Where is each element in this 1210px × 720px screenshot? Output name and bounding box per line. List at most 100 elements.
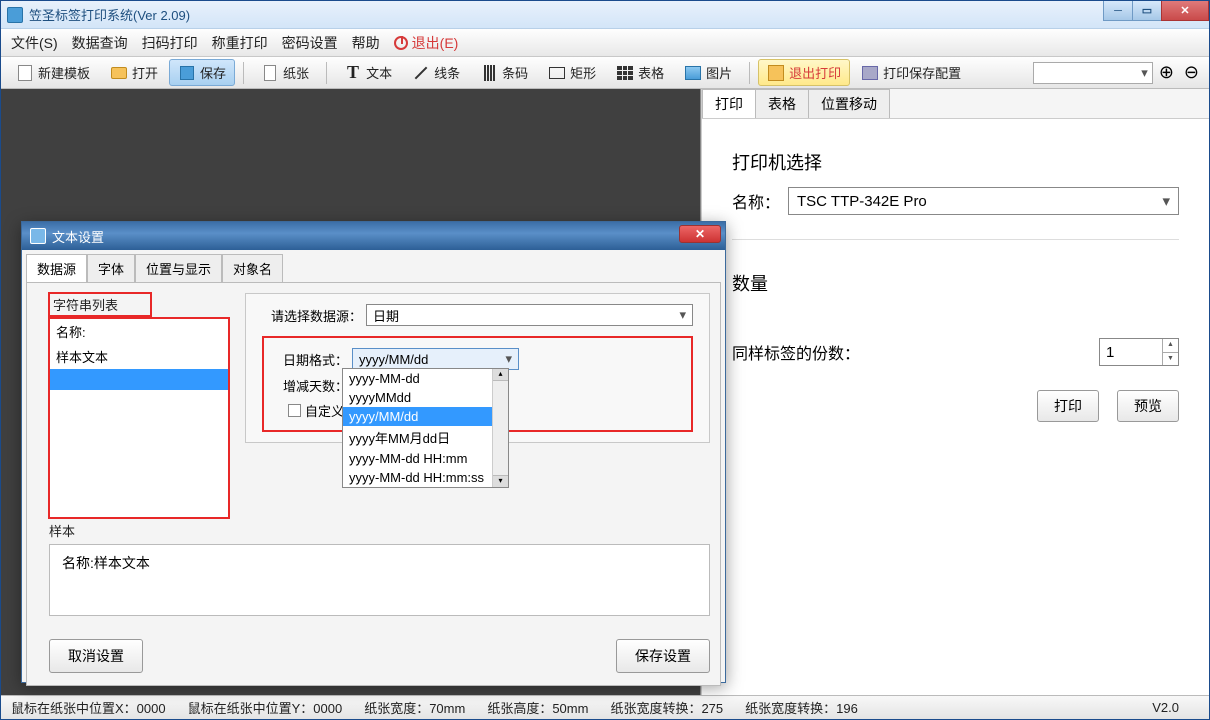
folder-icon xyxy=(111,67,127,79)
print-button[interactable]: 打印 xyxy=(1037,390,1099,422)
dialog-close-button[interactable]: ✕ xyxy=(679,225,721,243)
exit-icon xyxy=(768,65,784,81)
paper-button[interactable]: 纸张 xyxy=(252,59,318,86)
days-label: 增减天数： xyxy=(274,376,348,395)
power-icon xyxy=(394,36,408,50)
option-selected[interactable]: yyyy/MM/dd xyxy=(343,407,508,426)
menu-file[interactable]: 文件(S) xyxy=(11,33,58,53)
titlebar: 笠圣标签打印系统(Ver 2.09) ─ ▭ ✕ xyxy=(1,1,1209,29)
line-button[interactable]: 线条 xyxy=(403,59,469,86)
menu-weigh[interactable]: 称重打印 xyxy=(212,33,268,53)
dateformat-label: 日期格式： xyxy=(274,350,348,369)
zoom-in-button[interactable]: ⊕ xyxy=(1159,62,1174,83)
menubar: 文件(S) 数据查询 扫码打印 称重打印 密码设置 帮助 退出(E) xyxy=(1,29,1209,57)
paper-icon xyxy=(264,65,276,81)
maximize-button[interactable]: ▭ xyxy=(1132,1,1162,21)
app-window: 笠圣标签打印系统(Ver 2.09) ─ ▭ ✕ 文件(S) 数据查询 扫码打印… xyxy=(0,0,1210,720)
qty-section-title: 数量 xyxy=(732,270,1179,296)
right-tabs: 打印 表格 位置移动 xyxy=(702,89,1209,119)
image-icon xyxy=(685,66,701,80)
toolbar-dropdown[interactable] xyxy=(1033,62,1153,84)
save-button[interactable]: 保存 xyxy=(169,59,235,86)
tab-font[interactable]: 字体 xyxy=(87,254,135,282)
main-area: 文本设置 ✕ 数据源 字体 位置与显示 对象名 字符串列表 名称: 样本文本 xyxy=(1,89,1209,695)
datasource-select[interactable]: 日期 xyxy=(366,304,693,326)
dialog-title: 文本设置 xyxy=(52,227,104,246)
rect-button[interactable]: 矩形 xyxy=(539,59,605,86)
document-icon xyxy=(18,65,32,81)
tab-datasource[interactable]: 数据源 xyxy=(26,254,87,282)
menu-query[interactable]: 数据查询 xyxy=(72,33,128,53)
dateformat-select[interactable]: yyyy/MM/dd xyxy=(352,348,519,370)
exit-print-button[interactable]: 退出打印 xyxy=(758,59,850,86)
sample-preview: 名称:样本文本 xyxy=(49,544,710,616)
window-title: 笠圣标签打印系统(Ver 2.09) xyxy=(29,5,190,24)
text-button[interactable]: T文本 xyxy=(335,59,401,86)
print-panel-body: 打印机选择 名称： TSC TTP-342E Pro 数量 同样标签的份数： 1… xyxy=(702,119,1209,452)
save-icon xyxy=(180,66,194,80)
dialog-icon xyxy=(30,228,46,244)
rectangle-icon xyxy=(549,67,565,79)
dateformat-dropdown-list[interactable]: yyyy-MM-dd yyyyMMdd yyyy/MM/dd yyyy年MM月d… xyxy=(342,368,509,488)
sample-label: 样本 xyxy=(49,521,710,540)
dialog-body: 字符串列表 名称: 样本文本 请选择数据源： 日期 xyxy=(26,282,721,686)
menu-help[interactable]: 帮助 xyxy=(352,33,380,53)
status-mouse-x: 鼠标在纸张中位置X：0000 xyxy=(11,698,166,717)
status-convert-h: 纸张宽度转换：196 xyxy=(745,698,858,717)
string-listbox[interactable]: 名称: 样本文本 xyxy=(49,318,229,518)
datasource-label: 请选择数据源： xyxy=(262,306,362,325)
new-template-button[interactable]: 新建模板 xyxy=(7,59,99,86)
menu-password[interactable]: 密码设置 xyxy=(282,33,338,53)
tab-objectname[interactable]: 对象名 xyxy=(222,254,283,282)
status-version: V2.0 xyxy=(1152,700,1199,715)
line-icon xyxy=(415,66,428,79)
open-button[interactable]: 打开 xyxy=(101,59,167,86)
save-config-button[interactable]: 打印保存配置 xyxy=(852,59,970,86)
text-icon: T xyxy=(344,64,362,82)
custom-checkbox[interactable] xyxy=(288,404,301,417)
printer-select[interactable]: TSC TTP-342E Pro xyxy=(788,187,1179,215)
list-item-selected[interactable] xyxy=(50,369,228,390)
copies-label: 同样标签的份数： xyxy=(732,340,860,364)
status-convert-w: 纸张宽度转换：275 xyxy=(610,698,723,717)
toolbar: 新建模板 打开 保存 纸张 T文本 线条 条码 矩形 表格 图片 退出打印 打印… xyxy=(1,57,1209,89)
app-icon xyxy=(7,7,23,23)
printer-section-title: 打印机选择 xyxy=(732,149,1179,175)
list-item[interactable]: 样本文本 xyxy=(50,344,228,369)
option[interactable]: yyyy年MM月dd日 xyxy=(343,426,508,449)
tab-print[interactable]: 打印 xyxy=(702,89,756,118)
close-button[interactable]: ✕ xyxy=(1161,1,1209,21)
printer-icon xyxy=(862,66,878,80)
dialog-titlebar: 文本设置 ✕ xyxy=(22,222,725,250)
copies-input[interactable]: 1 ▲▼ xyxy=(1099,338,1179,366)
tab-table[interactable]: 表格 xyxy=(755,89,809,118)
barcode-button[interactable]: 条码 xyxy=(471,59,537,86)
option[interactable]: yyyyMMdd xyxy=(343,388,508,407)
image-button[interactable]: 图片 xyxy=(675,59,741,86)
scrollbar[interactable]: ▴▾ xyxy=(492,369,508,487)
option[interactable]: yyyy-MM-dd HH:mm:ss xyxy=(343,468,508,487)
tab-move[interactable]: 位置移动 xyxy=(808,89,890,118)
save-settings-button[interactable]: 保存设置 xyxy=(616,639,710,673)
table-button[interactable]: 表格 xyxy=(607,59,673,86)
statusbar: 鼠标在纸张中位置X：0000 鼠标在纸张中位置Y：0000 纸张宽度：70mm … xyxy=(1,695,1209,719)
grid-icon xyxy=(617,66,633,80)
cancel-button[interactable]: 取消设置 xyxy=(49,639,143,673)
dialog-tabs: 数据源 字体 位置与显示 对象名 xyxy=(22,250,725,282)
option[interactable]: yyyy-MM-dd HH:mm xyxy=(343,449,508,468)
preview-button[interactable]: 预览 xyxy=(1117,390,1179,422)
menu-scan[interactable]: 扫码打印 xyxy=(142,33,198,53)
option[interactable]: yyyy-MM-dd xyxy=(343,369,508,388)
right-panel: 打印 表格 位置移动 打印机选择 名称： TSC TTP-342E Pro 数量… xyxy=(701,89,1209,695)
status-height: 纸张高度：50mm xyxy=(487,698,588,717)
menu-exit[interactable]: 退出(E) xyxy=(394,33,459,53)
tab-position[interactable]: 位置与显示 xyxy=(135,254,222,282)
canvas-area[interactable]: 文本设置 ✕ 数据源 字体 位置与显示 对象名 字符串列表 名称: 样本文本 xyxy=(1,89,701,695)
spinner[interactable]: ▲▼ xyxy=(1162,339,1178,365)
string-list-label: 字符串列表 xyxy=(49,293,151,316)
zoom-out-button[interactable]: ⊖ xyxy=(1184,62,1199,83)
highlight-box: 日期格式： yyyy/MM/dd 增减天数： 自定义日 xyxy=(262,336,693,432)
minimize-button[interactable]: ─ xyxy=(1103,1,1133,21)
list-item[interactable]: 名称: xyxy=(50,319,228,344)
printer-name-label: 名称： xyxy=(732,189,780,213)
